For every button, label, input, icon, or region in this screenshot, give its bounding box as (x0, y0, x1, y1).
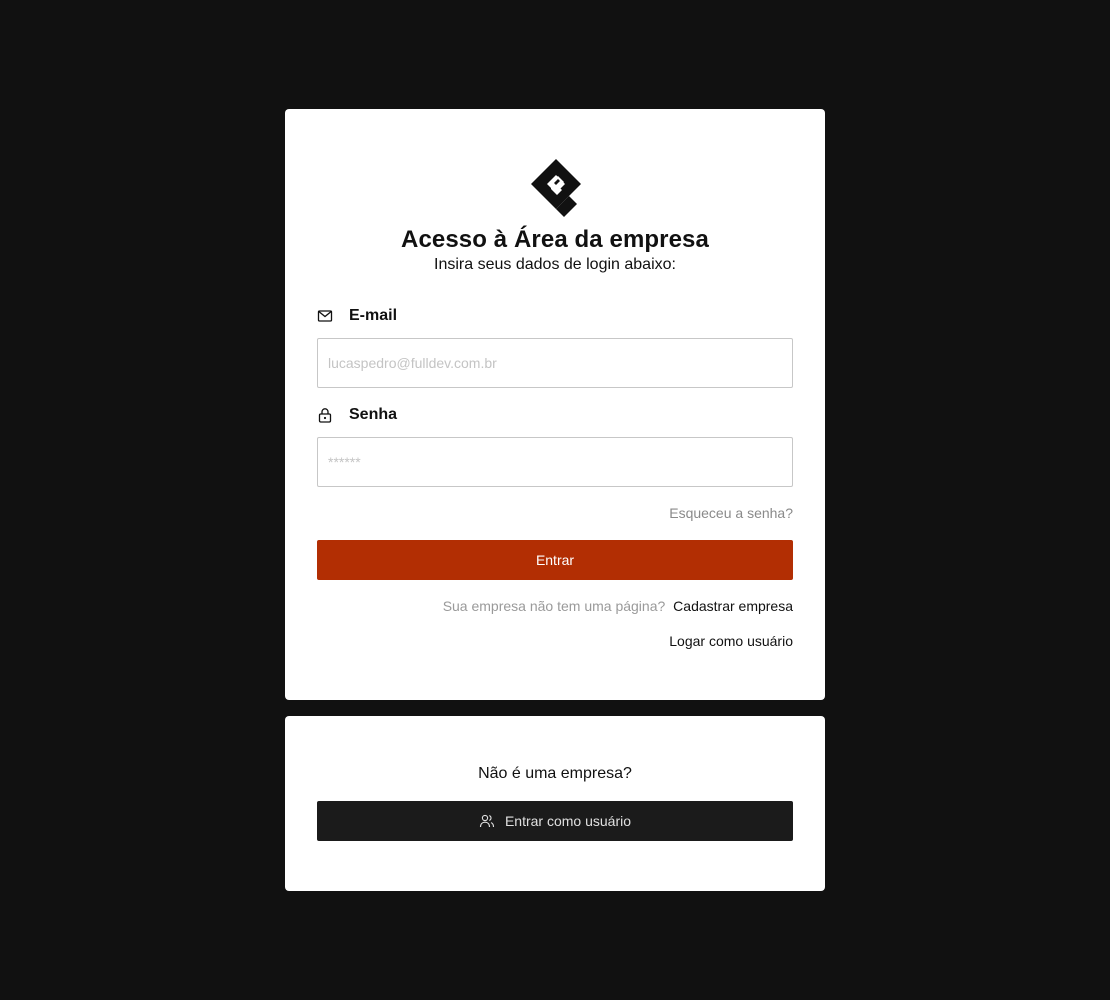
email-field[interactable] (317, 338, 793, 388)
register-company-link[interactable]: Cadastrar empresa (673, 598, 793, 614)
company-login-card: Acesso à Área da empresa Insira seus dad… (285, 109, 825, 700)
signup-line: Sua empresa não tem uma página? Cadastra… (443, 598, 793, 614)
lock-icon (317, 407, 333, 423)
password-label: Senha (317, 406, 397, 424)
password-label-text: Senha (349, 406, 398, 423)
signup-prompt: Sua empresa não tem uma página? (442, 598, 666, 614)
fulldev-logo (531, 159, 581, 217)
enter-as-user-button[interactable]: Entrar como usuário (317, 801, 793, 841)
email-label: E-mail (317, 307, 397, 325)
page-title: Acesso à Área da empresa (401, 226, 709, 253)
users-icon (479, 813, 495, 829)
email-label-text: E-mail (349, 307, 398, 324)
user-login-card: Não é uma empresa? Entrar como usuário (285, 716, 825, 891)
enter-as-user-label: Entrar como usuário (504, 813, 632, 829)
password-field[interactable] (317, 437, 793, 487)
not-company-prompt: Não é uma empresa? (478, 765, 632, 782)
forgot-password-link[interactable]: Esqueceu a senha? (669, 505, 793, 521)
page-subtitle: Insira seus dados de login abaixo: (434, 256, 676, 273)
page: Acesso à Área da empresa Insira seus dad… (0, 0, 1110, 1000)
login-as-user-link[interactable]: Logar como usuário (669, 633, 793, 649)
login-button[interactable]: Entrar (317, 540, 793, 580)
mail-icon (317, 308, 333, 324)
